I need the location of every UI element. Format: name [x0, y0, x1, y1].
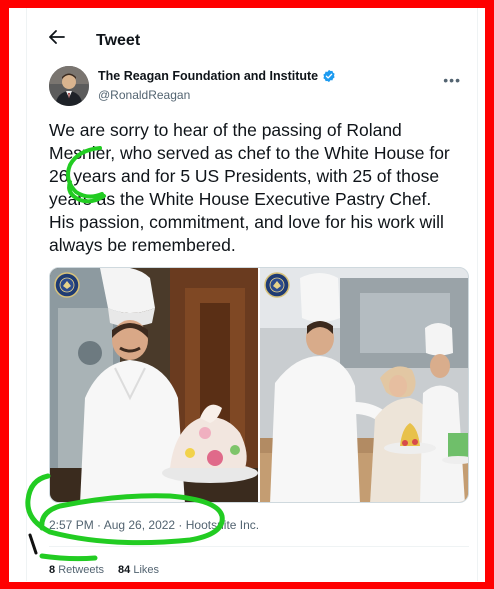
seal-icon	[264, 272, 290, 298]
more-icon[interactable]: •••	[443, 72, 461, 88]
arrow-left-icon[interactable]	[49, 30, 65, 44]
retweets-label: Retweets	[58, 564, 105, 576]
retweets-count: 8	[49, 564, 56, 576]
photo-chef-with-cake[interactable]	[50, 268, 258, 502]
verified-badge-icon	[323, 69, 335, 83]
avatar[interactable]	[49, 66, 89, 106]
page-title: Tweet	[96, 32, 141, 49]
likes-stat[interactable]: 84 Likes	[118, 564, 159, 576]
tweet-text: We are sorry to hear of the passing of R…	[49, 120, 450, 255]
likes-count: 84	[118, 564, 131, 576]
photo-kitchen-with-chefs[interactable]	[260, 268, 468, 502]
name-row: The Reagan Foundation and Institute	[98, 69, 336, 83]
likes-label: Likes	[133, 564, 160, 576]
retweets-stat[interactable]: 8 Retweets	[49, 564, 104, 576]
divider	[49, 546, 469, 547]
author-handle[interactable]: @RonaldReagan	[98, 88, 190, 102]
tweet-page: Tweet The Reagan Foundation and Institut…	[26, 8, 478, 581]
media-grid	[49, 267, 469, 503]
seal-icon	[54, 272, 80, 298]
author-name[interactable]: The Reagan Foundation and Institute	[98, 69, 318, 83]
tweet-timestamp[interactable]: 2:57 PM · Aug 26, 2022 · Hootsuite Inc.	[49, 518, 259, 532]
tweet-stats: 8 Retweets 84 Likes	[49, 564, 159, 576]
author-row: The Reagan Foundation and Institute @Ron…	[49, 66, 469, 106]
header: Tweet	[27, 18, 477, 54]
